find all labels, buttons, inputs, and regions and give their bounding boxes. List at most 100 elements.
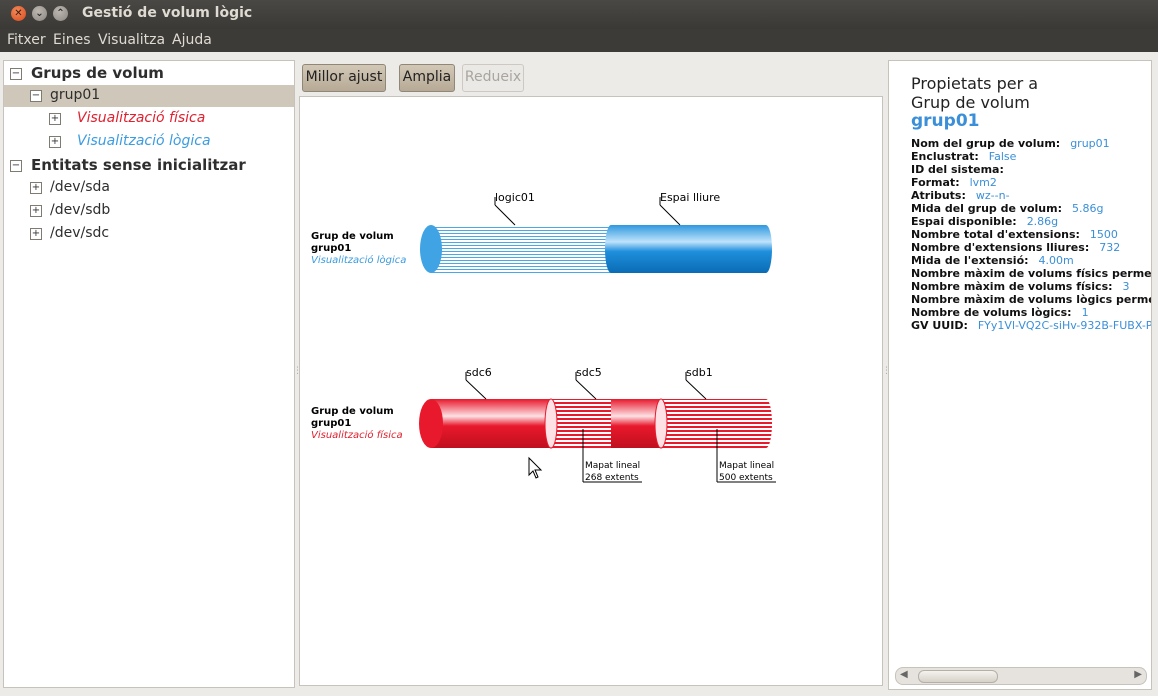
physical-view-diagram: Grup de volum grup01 Visualització físic… [311,366,776,483]
maximize-icon[interactable]: ⌃ [53,6,68,21]
mapping-label-line1: Mapat lineal [585,461,640,471]
expand-icon[interactable]: + [30,182,42,194]
property-row: Nombre màxim de volums físics permesos: [911,267,1151,280]
property-value: FYy1Vl-VQ2C-siHv-932B-FUBX-Ph [977,319,1152,332]
properties-heading-line1: Propietats per a [911,74,1039,93]
property-value: lvm2 [969,176,997,189]
tree-groups-header[interactable]: − Grups de volum [4,62,294,84]
property-value: 1 [1081,306,1089,319]
best-fit-button[interactable]: Millor ajust [302,64,386,92]
physical-view-label: Visualització física [77,110,206,126]
menu-fitxer[interactable]: Fitxer [7,32,46,48]
mouse-pointer-icon [528,456,543,479]
cylinder-cap [420,225,442,273]
menu-bar: Fitxer Eines Visualitza Ajuda [0,29,1158,52]
tree-uninit-header[interactable]: − Entitats sense inicialitzar [4,154,294,176]
property-row: Nom del grup de volum: grup01 [911,137,1110,150]
expand-icon[interactable]: + [49,136,61,148]
cylinder-end [760,225,772,273]
tree-item-grup01[interactable]: − grup01 [4,85,294,107]
scroll-left-icon[interactable]: ◀ [900,669,908,680]
volume-tree: − Grups de volum − grup01 + Visualitzaci… [3,60,295,688]
logic01-segment[interactable] [431,225,611,273]
free-space-label: Espai lliure [660,191,720,204]
device-label: /dev/sda [50,179,110,195]
segment-boundary [605,225,617,273]
property-value: 4.00m [1038,254,1074,267]
property-key: Nom del grup de volum: [911,137,1061,150]
property-value: wz--n- [975,189,1010,202]
close-icon[interactable]: ✕ [11,6,26,21]
property-key: ID del sistema: [911,163,1004,176]
property-key: Nombre de volums lògics: [911,306,1072,319]
logical-label-line3: Visualització lògica [311,254,406,266]
sdb1-label: sdb1 [686,366,713,379]
title-bar: ✕ ⌄ ⌃ Gestió de volum lògic [0,0,1158,29]
uninit-header-label: Entitats sense inicialitzar [31,156,246,174]
diagram-canvas[interactable]: Grup de volum grup01 Visualització lògic… [299,96,883,686]
segment-boundary [544,398,558,449]
device-label: /dev/sdc [50,225,110,241]
zoom-in-button[interactable]: Amplia [399,64,455,92]
menu-ajuda[interactable]: Ajuda [172,32,212,48]
collapse-icon[interactable]: − [30,90,42,102]
property-row: Espai disponible: 2.86g [911,215,1058,228]
property-row: Nombre d'extensions lliures: 732 [911,241,1120,254]
property-row: ID del sistema: [911,163,1014,176]
groups-header-label: Grups de volum [31,64,164,82]
sdc6-segment[interactable] [431,399,551,448]
collapse-icon[interactable]: − [10,160,22,172]
tree-item-dev-sdc[interactable]: + /dev/sdc [4,223,294,245]
tree-item-dev-sdb[interactable]: + /dev/sdb [4,200,294,222]
properties-heading-line2: Grup de volum [911,93,1030,112]
minimize-icon[interactable]: ⌄ [32,6,47,21]
menu-visualitza[interactable]: Visualitza [98,32,165,48]
scrollbar-thumb[interactable] [918,670,998,683]
property-value: False [988,150,1017,163]
volume-diagram: Grup de volum grup01 Visualització lògic… [311,191,776,483]
physical-label-line1: Grup de volum [311,406,394,417]
scroll-right-icon[interactable]: ▶ [1134,669,1142,680]
logical-label-line2: grup01 [311,243,351,254]
segment-boundary [654,398,668,449]
logic01-label: logic01 [495,191,535,204]
sdc5-segment[interactable] [611,399,661,448]
tree-item-dev-sda[interactable]: + /dev/sda [4,177,294,199]
zoom-out-button: Redueix [462,64,524,92]
property-key: Nombre total d'extensions: [911,228,1080,241]
mapping-label-line2: 500 extents [719,473,773,483]
properties-panel: Propietats per a Grup de volum grup01 No… [888,60,1152,690]
property-key: Enclustrat: [911,150,979,163]
expand-icon[interactable]: + [30,205,42,217]
physical-label-line3: Visualització física [311,429,403,441]
property-row: Enclustrat: False [911,150,1016,163]
property-row: Mida del grup de volum: 5.86g [911,202,1103,215]
expand-icon[interactable]: + [30,228,42,240]
property-key: Nombre d'extensions lliures: [911,241,1090,254]
property-row: Atributs: wz--n- [911,189,1010,202]
property-key: Mida de l'extensió: [911,254,1029,267]
property-value: 2.86g [1026,215,1059,228]
sdc5-hatched-segment[interactable] [551,399,611,448]
properties-name: grup01 [911,111,980,131]
property-key: Format: [911,176,960,189]
property-row: Nombre màxim de volums lògics permesos: [911,293,1151,306]
expand-icon[interactable]: + [49,113,61,125]
free-space-segment[interactable] [611,225,766,273]
property-key: GV UUID: [911,319,968,332]
logical-view-label: Visualització lògica [77,133,211,149]
property-value: 3 [1122,280,1130,293]
property-row: Nombre total d'extensions: 1500 [911,228,1118,241]
group-label: grup01 [50,87,101,103]
tree-item-logical-view[interactable]: + Visualització lògica [4,131,294,153]
window-title: Gestió de volum lògic [82,5,253,21]
sdb1-segment[interactable] [661,399,766,448]
collapse-icon[interactable]: − [10,68,22,80]
menu-eines[interactable]: Eines [53,32,91,48]
property-row: Nombre de volums lògics: 1 [911,306,1089,319]
tree-item-physical-view[interactable]: + Visualització física [4,108,294,130]
horizontal-scrollbar[interactable]: ◀ ▶ [895,667,1147,685]
property-key: Nombre màxim de volums lògics permesos: [911,293,1151,306]
logical-label-line1: Grup de volum [311,231,394,242]
sdc5-label: sdc5 [576,366,602,379]
